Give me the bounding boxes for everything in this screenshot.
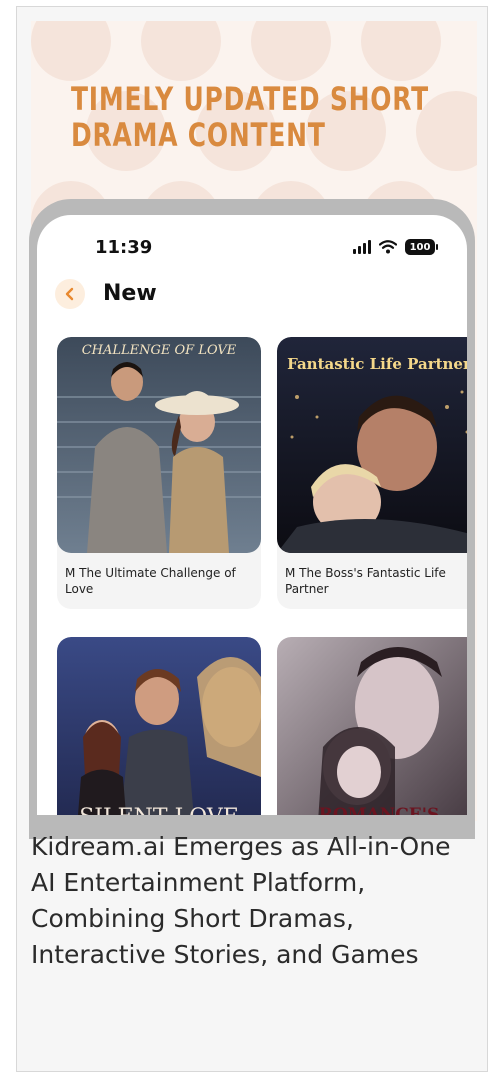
drama-poster[interactable]: CHALLENGE OF LOVE	[57, 337, 261, 553]
drama-poster[interactable]: Fantastic Life Partner	[277, 337, 467, 553]
status-icons: 100	[353, 239, 438, 255]
article-caption: Kidream.ai Emerges as All-in-One AI Ente…	[31, 832, 451, 969]
promo-title-line-1: TIMELY UPDATED SHORT	[71, 80, 429, 118]
promo-title: TIMELY UPDATED SHORT DRAMA CONTENT	[71, 80, 429, 154]
drama-poster[interactable]: ROMANCE'S	[277, 637, 467, 815]
drama-card[interactable]: ROMANCE'S	[277, 637, 467, 815]
poster-title: ROMANCE'S	[318, 805, 440, 815]
drama-card[interactable]: SILENT LOVE	[57, 637, 261, 815]
poster-title: Fantastic Life Partner	[287, 355, 467, 373]
battery-icon: 100	[405, 239, 438, 255]
phone-screen: 11:39 100 New CHALLENGE OF LOVE M The Ul…	[37, 215, 467, 815]
wifi-icon	[379, 240, 397, 254]
promo-title-line-2: DRAMA CONTENT	[71, 116, 326, 154]
drama-title: M The Ultimate Challenge of Love	[65, 566, 236, 596]
drama-poster[interactable]: SILENT LOVE	[57, 637, 261, 815]
poster-image	[57, 337, 261, 553]
signal-icon	[353, 240, 371, 254]
article-card: TIMELY UPDATED SHORT DRAMA CONTENT 11:39…	[16, 6, 488, 1072]
page-title: New	[103, 281, 157, 306]
poster-title: SILENT LOVE	[57, 805, 261, 815]
poster-image	[277, 637, 467, 815]
poster-title: CHALLENGE OF LOVE	[81, 343, 237, 358]
chevron-left-icon	[65, 287, 74, 301]
status-time: 11:39	[95, 237, 153, 258]
status-bar: 11:39 100	[37, 233, 467, 263]
back-button[interactable]	[55, 279, 85, 309]
nav-bar: New	[37, 277, 467, 313]
poster-image	[57, 637, 261, 815]
drama-card[interactable]: CHALLENGE OF LOVE M The Ultimate Challen…	[57, 337, 261, 609]
drama-card[interactable]: Fantastic Life Partner M The Boss's Fant…	[277, 337, 467, 609]
drama-title: M The Boss's Fantastic Life Partner	[285, 566, 446, 596]
